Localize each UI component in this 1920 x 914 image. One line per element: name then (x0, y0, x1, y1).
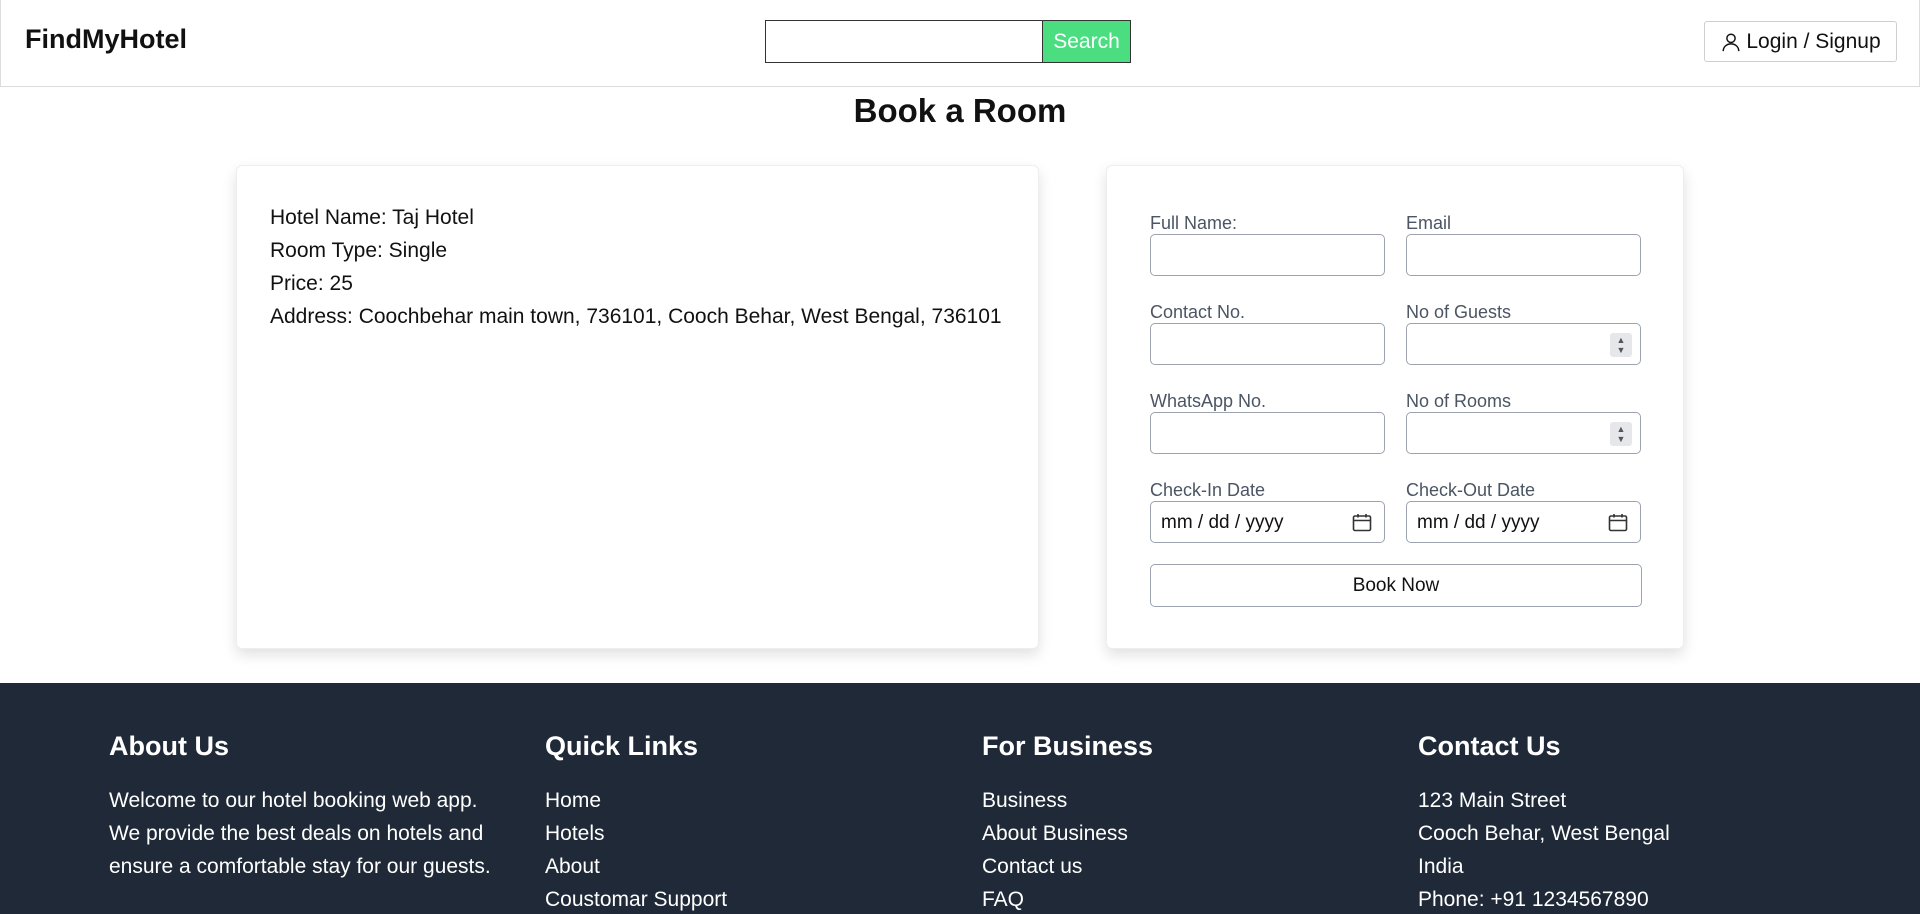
top-navbar: FindMyHotel Search Login / Signup (0, 0, 1920, 87)
search-bar: Search (765, 20, 1131, 63)
chevron-down-icon: ▼ (1616, 345, 1626, 355)
rooms-field: No of Rooms ▲ ▼ (1406, 390, 1641, 454)
checkin-date-placeholder: mm / dd / yyyy (1161, 512, 1284, 533)
footer-link-contact-us[interactable]: Contact us (982, 850, 1402, 883)
chevron-up-icon: ▲ (1616, 335, 1626, 345)
whatsapp-field: WhatsApp No. (1150, 390, 1385, 454)
footer-link-hotels[interactable]: Hotels (545, 817, 965, 850)
user-icon (1722, 32, 1740, 51)
search-button[interactable]: Search (1042, 20, 1131, 63)
footer-business: For Business Business About Business Con… (982, 730, 1402, 914)
checkout-date-placeholder: mm / dd / yyyy (1417, 512, 1540, 533)
footer-link-about[interactable]: About (545, 850, 965, 883)
full-name-label: Full Name: (1150, 213, 1238, 233)
checkout-label: Check-Out Date (1406, 480, 1536, 500)
footer-link-home[interactable]: Home (545, 784, 965, 817)
footer-about-heading: About Us (109, 731, 229, 761)
address: Address: Coochbehar main town, 736101, C… (270, 305, 1002, 328)
guests-input[interactable] (1407, 324, 1640, 364)
footer-contact-country: India (1418, 855, 1464, 878)
guests-label: No of Guests (1406, 302, 1512, 322)
login-signup-label: Login / Signup (1746, 29, 1881, 53)
full-name-field: Full Name: (1150, 212, 1385, 276)
price: Price: 25 (270, 272, 353, 295)
footer-about: About Us Welcome to our hotel booking we… (109, 730, 529, 883)
footer-link-business[interactable]: Business (982, 784, 1402, 817)
footer-quick-links: Quick Links Home Hotels About Coustomar … (545, 730, 965, 914)
full-name-input[interactable] (1151, 235, 1384, 275)
login-signup-button[interactable]: Login / Signup (1704, 21, 1897, 62)
guests-stepper[interactable]: ▲ ▼ (1610, 333, 1632, 357)
checkin-field: Check-In Date mm / dd / yyyy (1150, 479, 1385, 543)
whatsapp-input[interactable] (1151, 413, 1384, 453)
search-input[interactable] (765, 20, 1042, 63)
hotel-info-card: Hotel Name: Taj Hotel Room Type: Single … (236, 165, 1039, 649)
checkout-date-input[interactable]: mm / dd / yyyy (1406, 501, 1641, 543)
rooms-label: No of Rooms (1406, 391, 1512, 411)
book-now-button[interactable]: Book Now (1150, 564, 1642, 607)
hotel-name: Hotel Name: Taj Hotel (270, 206, 474, 229)
checkout-field: Check-Out Date mm / dd / yyyy (1406, 479, 1641, 543)
email-input[interactable] (1407, 235, 1640, 275)
rooms-stepper[interactable]: ▲ ▼ (1610, 422, 1632, 446)
brand-logo[interactable]: FindMyHotel (25, 24, 187, 55)
footer: About Us Welcome to our hotel booking we… (0, 683, 1920, 914)
contact-field: Contact No. (1150, 301, 1385, 365)
footer-contact-street: 123 Main Street (1418, 789, 1567, 812)
calendar-icon[interactable] (1608, 513, 1628, 532)
footer-contact-city: Cooch Behar, West Bengal (1418, 822, 1670, 845)
contact-label: Contact No. (1150, 302, 1246, 322)
booking-form: Full Name: Email Contact No. No of Guest… (1106, 165, 1684, 649)
email-label: Email (1406, 213, 1452, 233)
guests-field: No of Guests ▲ ▼ (1406, 301, 1641, 365)
page-title: Book a Room (853, 92, 1067, 129)
whatsapp-label: WhatsApp No. (1150, 391, 1267, 411)
checkin-label: Check-In Date (1150, 480, 1266, 500)
contact-input[interactable] (1151, 324, 1384, 364)
checkin-date-input[interactable]: mm / dd / yyyy (1150, 501, 1385, 543)
footer-link-customer-support[interactable]: Coustomar Support (545, 883, 965, 914)
email-field: Email (1406, 212, 1641, 276)
footer-link-faq[interactable]: FAQ (982, 883, 1402, 914)
room-type: Room Type: Single (270, 239, 448, 262)
rooms-input[interactable] (1407, 413, 1640, 453)
hotel-details: Hotel Name: Taj Hotel Room Type: Single … (270, 201, 1002, 333)
footer-contact-heading: Contact Us (1418, 731, 1561, 761)
footer-about-text: Welcome to our hotel booking web app. We… (109, 789, 491, 878)
footer-contact-phone: Phone: +91 1234567890 (1418, 888, 1649, 911)
calendar-icon[interactable] (1352, 513, 1372, 532)
footer-business-heading: For Business (982, 731, 1154, 761)
chevron-up-icon: ▲ (1616, 424, 1626, 434)
chevron-down-icon: ▼ (1616, 434, 1626, 444)
footer-link-about-business[interactable]: About Business (982, 817, 1402, 850)
footer-quick-links-heading: Quick Links (545, 731, 699, 761)
footer-contact: Contact Us 123 Main Street Cooch Behar, … (1418, 730, 1838, 914)
